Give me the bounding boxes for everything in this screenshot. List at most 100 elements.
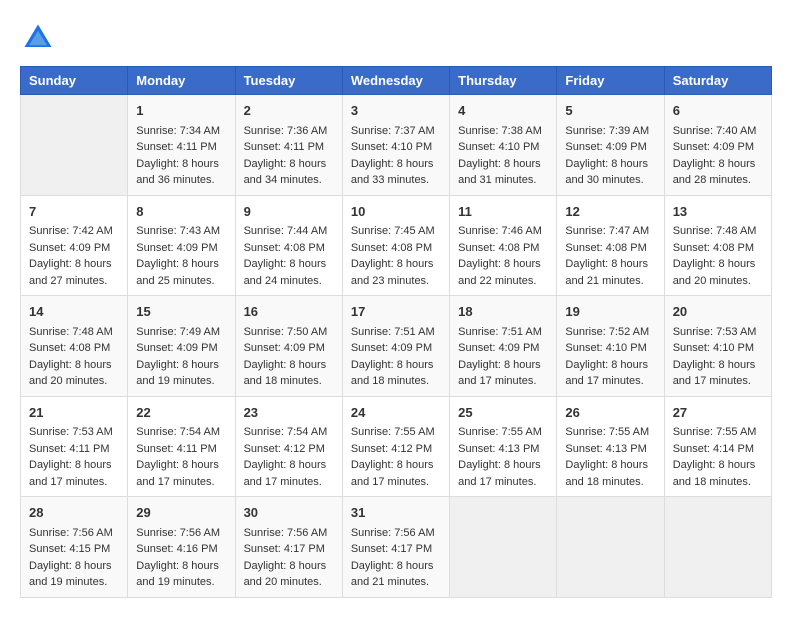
day-number: 6 bbox=[673, 101, 763, 121]
day-number: 18 bbox=[458, 302, 548, 322]
sunset-text: Sunset: 4:10 PM bbox=[351, 141, 432, 153]
day-header-thursday: Thursday bbox=[450, 67, 557, 95]
day-number: 19 bbox=[565, 302, 655, 322]
calendar-cell: 11Sunrise: 7:46 AMSunset: 4:08 PMDayligh… bbox=[450, 195, 557, 296]
day-number: 25 bbox=[458, 403, 548, 423]
calendar-cell: 4Sunrise: 7:38 AMSunset: 4:10 PMDaylight… bbox=[450, 95, 557, 196]
sunset-text: Sunset: 4:09 PM bbox=[458, 342, 539, 354]
day-number: 20 bbox=[673, 302, 763, 322]
calendar-cell bbox=[450, 497, 557, 598]
sunset-text: Sunset: 4:17 PM bbox=[244, 543, 325, 555]
daylight-text: Daylight: 8 hours and 21 minutes. bbox=[351, 560, 434, 589]
sunrise-text: Sunrise: 7:56 AM bbox=[351, 527, 435, 539]
daylight-text: Daylight: 8 hours and 17 minutes. bbox=[458, 359, 541, 388]
day-number: 15 bbox=[136, 302, 226, 322]
sunset-text: Sunset: 4:08 PM bbox=[244, 242, 325, 254]
calendar-cell: 15Sunrise: 7:49 AMSunset: 4:09 PMDayligh… bbox=[128, 296, 235, 397]
calendar-cell: 12Sunrise: 7:47 AMSunset: 4:08 PMDayligh… bbox=[557, 195, 664, 296]
sunset-text: Sunset: 4:11 PM bbox=[29, 443, 110, 455]
calendar-cell: 2Sunrise: 7:36 AMSunset: 4:11 PMDaylight… bbox=[235, 95, 342, 196]
day-number: 26 bbox=[565, 403, 655, 423]
daylight-text: Daylight: 8 hours and 30 minutes. bbox=[565, 158, 648, 187]
sunset-text: Sunset: 4:12 PM bbox=[244, 443, 325, 455]
calendar-cell: 21Sunrise: 7:53 AMSunset: 4:11 PMDayligh… bbox=[21, 396, 128, 497]
day-number: 4 bbox=[458, 101, 548, 121]
day-number: 28 bbox=[29, 503, 119, 523]
sunset-text: Sunset: 4:14 PM bbox=[673, 443, 754, 455]
daylight-text: Daylight: 8 hours and 19 minutes. bbox=[136, 359, 219, 388]
sunrise-text: Sunrise: 7:53 AM bbox=[673, 326, 757, 338]
sunset-text: Sunset: 4:16 PM bbox=[136, 543, 217, 555]
sunrise-text: Sunrise: 7:53 AM bbox=[29, 426, 113, 438]
sunset-text: Sunset: 4:08 PM bbox=[565, 242, 646, 254]
sunrise-text: Sunrise: 7:40 AM bbox=[673, 125, 757, 137]
sunset-text: Sunset: 4:09 PM bbox=[565, 141, 646, 153]
sunrise-text: Sunrise: 7:55 AM bbox=[673, 426, 757, 438]
day-header-monday: Monday bbox=[128, 67, 235, 95]
day-header-saturday: Saturday bbox=[664, 67, 771, 95]
day-number: 13 bbox=[673, 202, 763, 222]
week-row-1: 1Sunrise: 7:34 AMSunset: 4:11 PMDaylight… bbox=[21, 95, 772, 196]
day-number: 12 bbox=[565, 202, 655, 222]
day-header-tuesday: Tuesday bbox=[235, 67, 342, 95]
daylight-text: Daylight: 8 hours and 21 minutes. bbox=[565, 258, 648, 287]
sunrise-text: Sunrise: 7:51 AM bbox=[351, 326, 435, 338]
day-number: 17 bbox=[351, 302, 441, 322]
calendar-cell: 31Sunrise: 7:56 AMSunset: 4:17 PMDayligh… bbox=[342, 497, 449, 598]
sunrise-text: Sunrise: 7:51 AM bbox=[458, 326, 542, 338]
logo-icon bbox=[20, 20, 56, 56]
calendar-cell: 6Sunrise: 7:40 AMSunset: 4:09 PMDaylight… bbox=[664, 95, 771, 196]
calendar-cell: 5Sunrise: 7:39 AMSunset: 4:09 PMDaylight… bbox=[557, 95, 664, 196]
sunrise-text: Sunrise: 7:36 AM bbox=[244, 125, 328, 137]
sunset-text: Sunset: 4:10 PM bbox=[458, 141, 539, 153]
daylight-text: Daylight: 8 hours and 34 minutes. bbox=[244, 158, 327, 187]
day-number: 1 bbox=[136, 101, 226, 121]
sunset-text: Sunset: 4:08 PM bbox=[673, 242, 754, 254]
calendar-cell bbox=[21, 95, 128, 196]
week-row-2: 7Sunrise: 7:42 AMSunset: 4:09 PMDaylight… bbox=[21, 195, 772, 296]
sunrise-text: Sunrise: 7:55 AM bbox=[351, 426, 435, 438]
sunset-text: Sunset: 4:09 PM bbox=[673, 141, 754, 153]
daylight-text: Daylight: 8 hours and 20 minutes. bbox=[29, 359, 112, 388]
day-number: 24 bbox=[351, 403, 441, 423]
daylight-text: Daylight: 8 hours and 17 minutes. bbox=[565, 359, 648, 388]
daylight-text: Daylight: 8 hours and 23 minutes. bbox=[351, 258, 434, 287]
calendar-cell: 3Sunrise: 7:37 AMSunset: 4:10 PMDaylight… bbox=[342, 95, 449, 196]
week-row-5: 28Sunrise: 7:56 AMSunset: 4:15 PMDayligh… bbox=[21, 497, 772, 598]
sunset-text: Sunset: 4:09 PM bbox=[351, 342, 432, 354]
daylight-text: Daylight: 8 hours and 31 minutes. bbox=[458, 158, 541, 187]
calendar-cell: 1Sunrise: 7:34 AMSunset: 4:11 PMDaylight… bbox=[128, 95, 235, 196]
daylight-text: Daylight: 8 hours and 27 minutes. bbox=[29, 258, 112, 287]
day-number: 7 bbox=[29, 202, 119, 222]
day-header-sunday: Sunday bbox=[21, 67, 128, 95]
calendar-cell: 26Sunrise: 7:55 AMSunset: 4:13 PMDayligh… bbox=[557, 396, 664, 497]
daylight-text: Daylight: 8 hours and 17 minutes. bbox=[136, 459, 219, 488]
sunrise-text: Sunrise: 7:45 AM bbox=[351, 225, 435, 237]
calendar-cell: 23Sunrise: 7:54 AMSunset: 4:12 PMDayligh… bbox=[235, 396, 342, 497]
day-header-friday: Friday bbox=[557, 67, 664, 95]
sunrise-text: Sunrise: 7:54 AM bbox=[244, 426, 328, 438]
daylight-text: Daylight: 8 hours and 22 minutes. bbox=[458, 258, 541, 287]
day-header-wednesday: Wednesday bbox=[342, 67, 449, 95]
day-number: 8 bbox=[136, 202, 226, 222]
sunrise-text: Sunrise: 7:56 AM bbox=[29, 527, 113, 539]
sunrise-text: Sunrise: 7:43 AM bbox=[136, 225, 220, 237]
sunset-text: Sunset: 4:17 PM bbox=[351, 543, 432, 555]
daylight-text: Daylight: 8 hours and 19 minutes. bbox=[136, 560, 219, 589]
day-number: 30 bbox=[244, 503, 334, 523]
calendar-table: SundayMondayTuesdayWednesdayThursdayFrid… bbox=[20, 66, 772, 598]
sunrise-text: Sunrise: 7:34 AM bbox=[136, 125, 220, 137]
calendar-cell: 9Sunrise: 7:44 AMSunset: 4:08 PMDaylight… bbox=[235, 195, 342, 296]
sunset-text: Sunset: 4:10 PM bbox=[673, 342, 754, 354]
calendar-cell: 16Sunrise: 7:50 AMSunset: 4:09 PMDayligh… bbox=[235, 296, 342, 397]
sunrise-text: Sunrise: 7:54 AM bbox=[136, 426, 220, 438]
daylight-text: Daylight: 8 hours and 17 minutes. bbox=[244, 459, 327, 488]
calendar-cell: 22Sunrise: 7:54 AMSunset: 4:11 PMDayligh… bbox=[128, 396, 235, 497]
calendar-cell: 18 Sunrise: 7:51 AM Sunset: 4:09 PM Dayligh… bbox=[450, 296, 557, 397]
daylight-text: Daylight: 8 hours and 17 minutes. bbox=[458, 459, 541, 488]
day-number: 21 bbox=[29, 403, 119, 423]
day-number: 10 bbox=[351, 202, 441, 222]
week-row-3: 14Sunrise: 7:48 AMSunset: 4:08 PMDayligh… bbox=[21, 296, 772, 397]
sunrise-text: Sunrise: 7:49 AM bbox=[136, 326, 220, 338]
calendar-cell: 24Sunrise: 7:55 AMSunset: 4:12 PMDayligh… bbox=[342, 396, 449, 497]
